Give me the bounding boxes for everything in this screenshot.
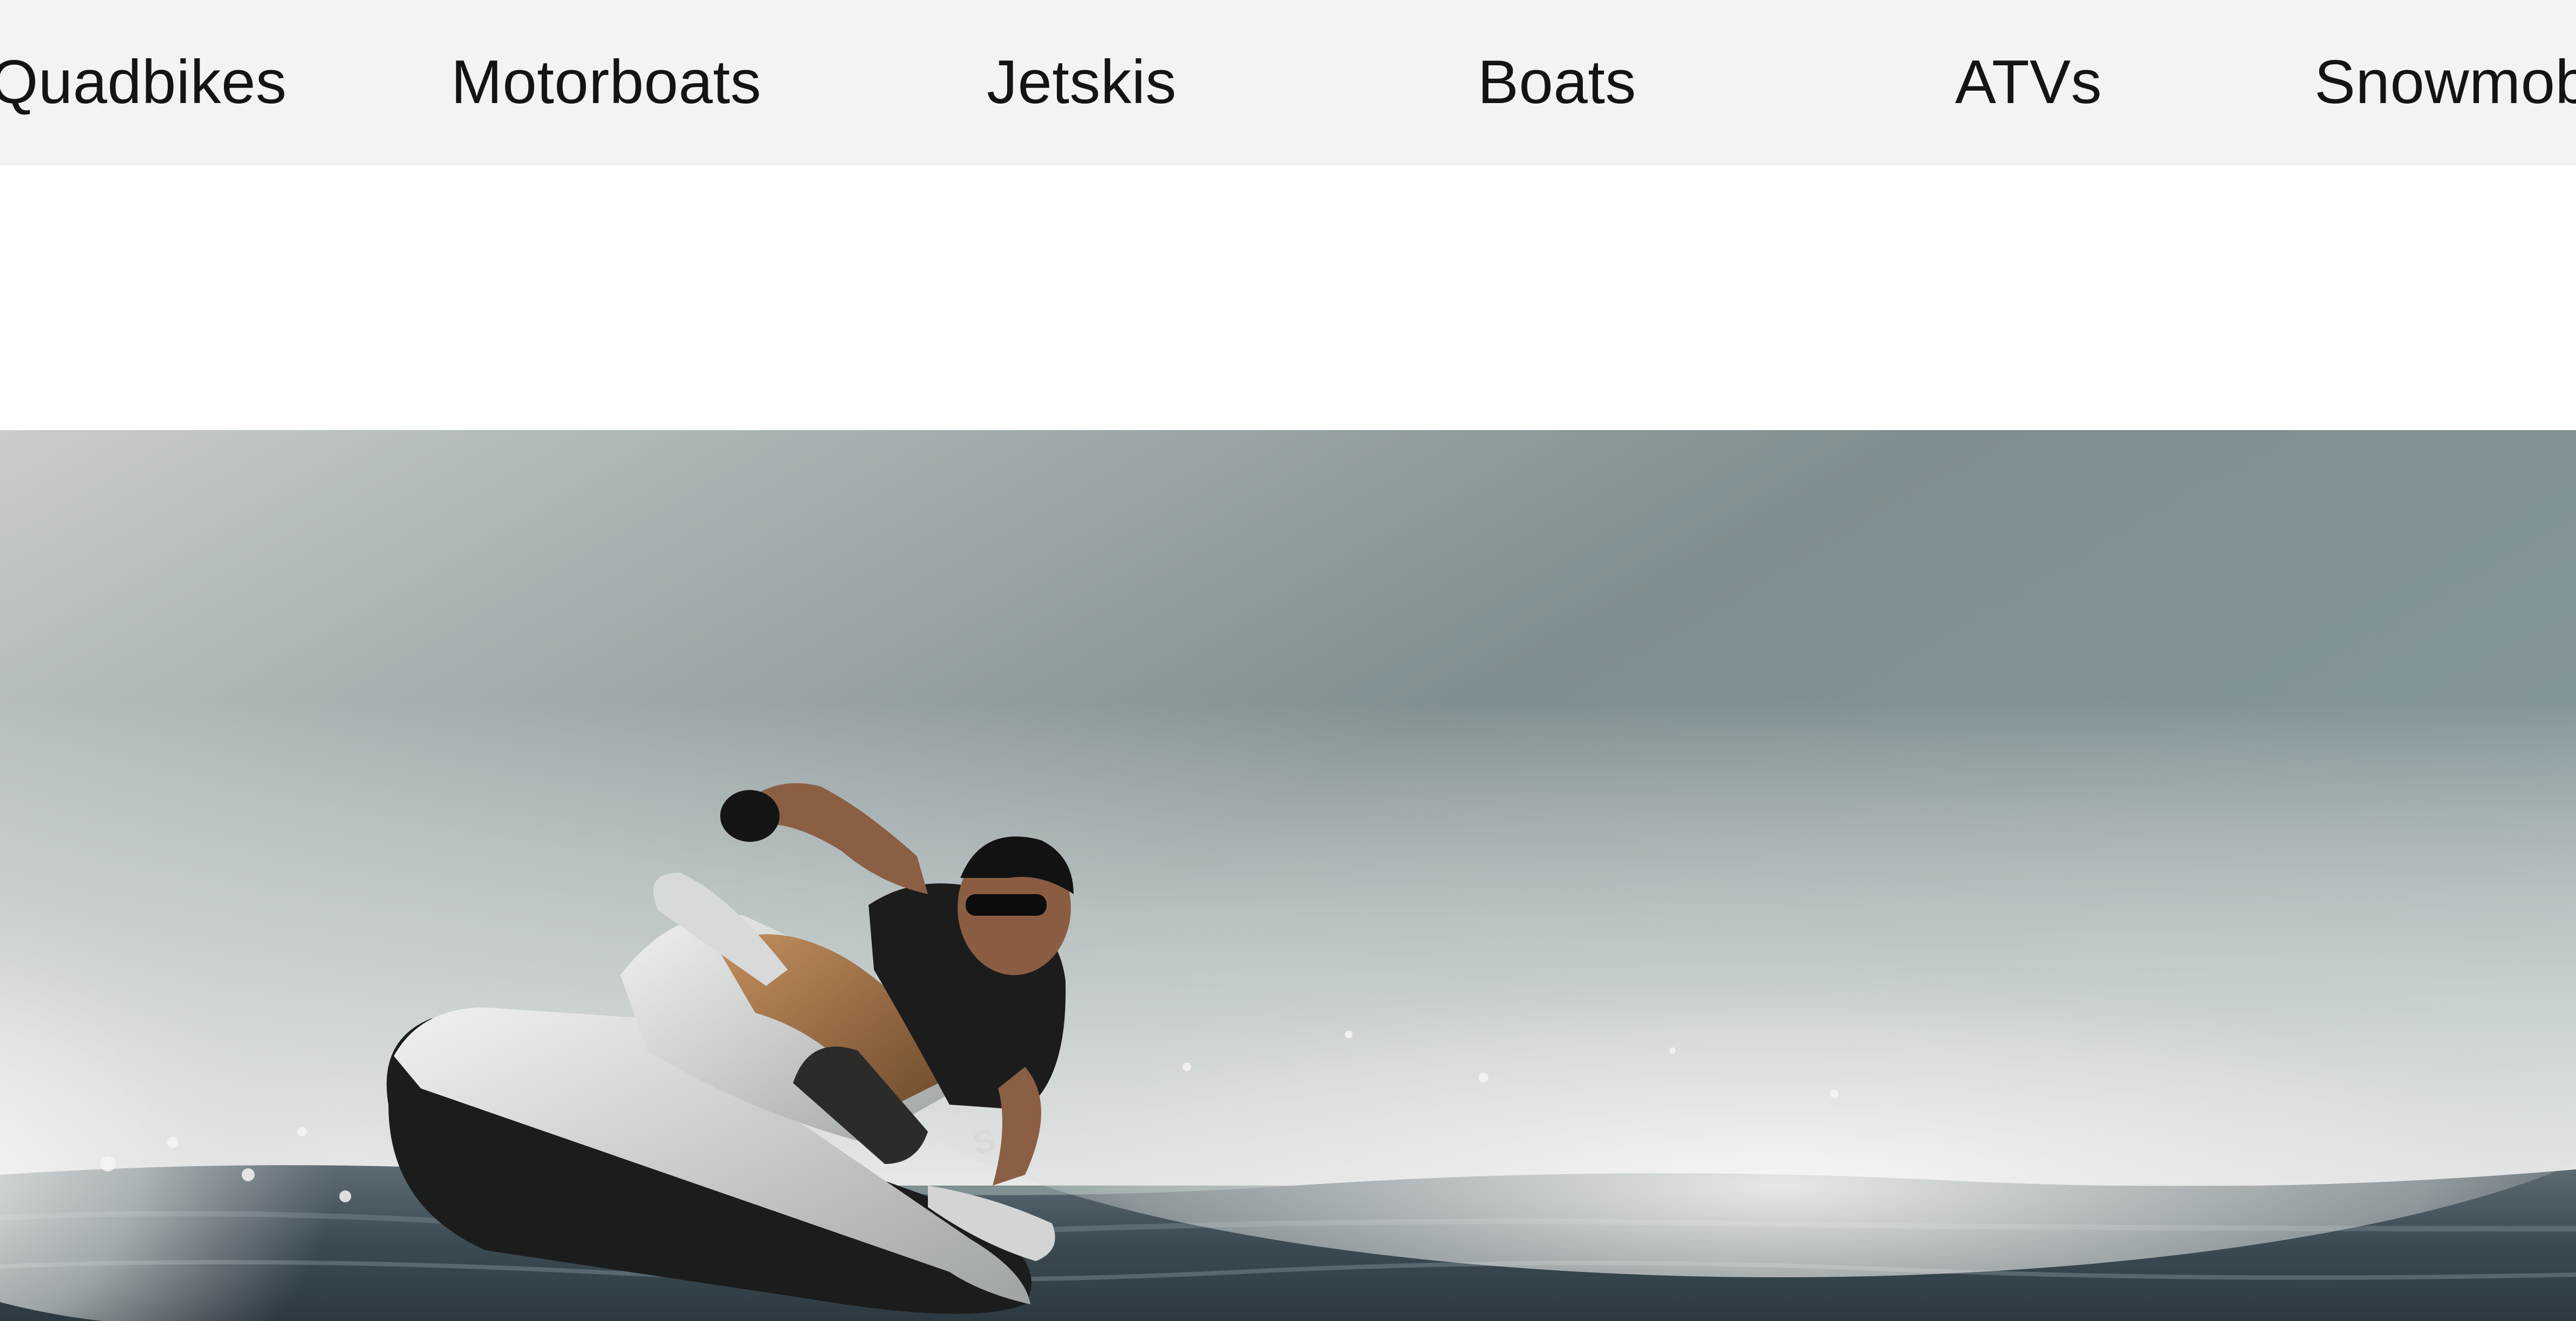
nav-item-quadbikes[interactable]: Quadbikes xyxy=(0,0,287,164)
content-spacer xyxy=(0,165,2576,430)
nav-item-jetskis[interactable]: Jetskis xyxy=(987,0,1177,164)
nav-item-motorboats[interactable]: Motorboats xyxy=(451,0,761,164)
page: Quadbikes Motorboats Jetskis Boats ATVs … xyxy=(0,0,2576,1321)
nav-item-boats[interactable]: Boats xyxy=(1478,0,1636,164)
nav-item-snowmobiles[interactable]: Snowmobiles xyxy=(2314,0,2576,164)
category-nav: Quadbikes Motorboats Jetskis Boats ATVs … xyxy=(0,0,2576,165)
jetski-rider-photo: S xyxy=(0,430,2576,1321)
nav-item-atvs[interactable]: ATVs xyxy=(1955,0,2102,164)
hero-banner: S xyxy=(0,430,2576,1321)
